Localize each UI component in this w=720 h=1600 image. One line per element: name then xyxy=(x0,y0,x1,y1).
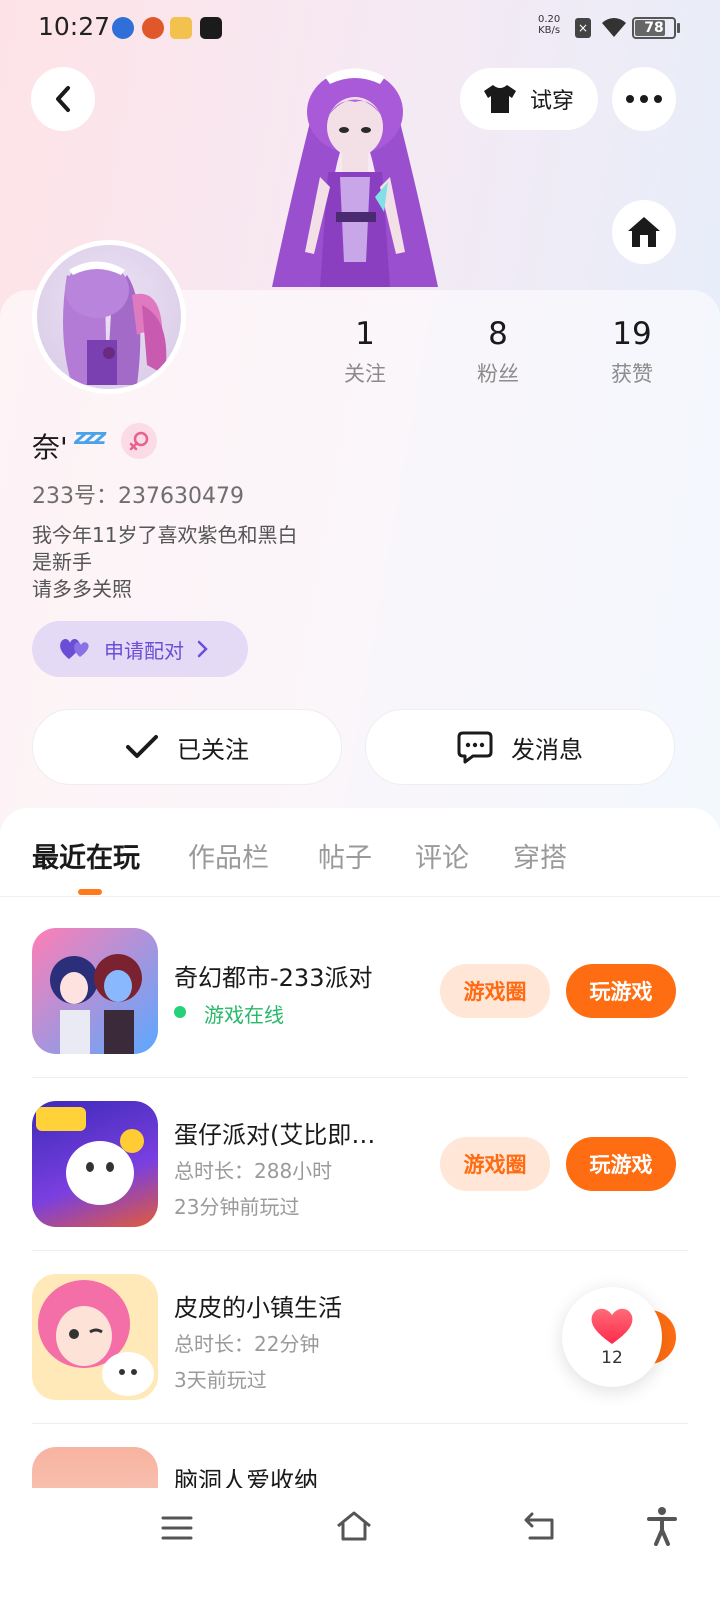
sleeping-zzz-emoji: zzz xyxy=(74,425,106,450)
back-button[interactable] xyxy=(31,67,95,131)
game-circle-button[interactable]: 游戏圈 xyxy=(440,1137,550,1191)
stat-label: 获赞 xyxy=(611,362,653,386)
divider xyxy=(32,1423,688,1424)
game-icon xyxy=(32,928,158,1054)
try-on-button[interactable]: 试穿 xyxy=(460,68,598,130)
bio-line: 请多多关照 xyxy=(32,577,132,601)
followed-label: 已关注 xyxy=(177,735,249,764)
game-total-playtime: 总时长：22分钟 xyxy=(174,1332,320,1356)
home-nav-icon[interactable] xyxy=(334,1510,374,1542)
tab-recently-played[interactable]: 最近在玩 xyxy=(32,836,140,875)
bio-line: 我今年11岁了喜欢紫色和黑白 xyxy=(32,523,298,547)
user-id: 233号：237630479 xyxy=(32,484,244,509)
battery-cap xyxy=(677,23,680,33)
list-item[interactable]: 奇幻都市-233派对 游戏在线 游戏圈 玩游戏 xyxy=(0,928,720,1101)
accessibility-icon[interactable] xyxy=(646,1506,678,1546)
nickname: 奈' xyxy=(32,431,68,464)
divider xyxy=(32,1250,688,1251)
divider xyxy=(0,896,720,897)
battery-icon: 78 xyxy=(632,17,676,39)
stat-value: 1 xyxy=(355,316,375,352)
stat-likes[interactable]: 19 获赞 xyxy=(577,316,687,388)
game-icon xyxy=(32,1274,158,1400)
chat-bubble-icon xyxy=(457,731,493,764)
wifi-icon xyxy=(602,18,626,37)
game-last-played: 23分钟前玩过 xyxy=(174,1195,300,1219)
stat-following[interactable]: 1 关注 xyxy=(310,316,420,388)
online-status-dot xyxy=(174,1006,186,1018)
stat-label: 粉丝 xyxy=(477,362,519,386)
game-title: 奇幻都市-233派对 xyxy=(174,964,373,992)
stat-value: 19 xyxy=(612,316,652,352)
female-gender-icon xyxy=(121,423,157,459)
game-circle-button[interactable]: 游戏圈 xyxy=(440,964,550,1018)
chevron-left-icon xyxy=(56,86,70,112)
more-dots-icon xyxy=(626,95,662,103)
heart-icon xyxy=(591,1308,633,1344)
tab-works[interactable]: 作品栏 xyxy=(188,836,269,875)
avatar[interactable] xyxy=(32,240,186,394)
game-online-status: 游戏在线 xyxy=(204,1003,284,1027)
avatar-character-illustration xyxy=(272,68,438,287)
active-tab-indicator xyxy=(78,889,102,895)
status-bar: 10:27 0.20 KB/s × 78 xyxy=(0,0,720,56)
network-speed: 0.20 KB/s xyxy=(538,14,561,36)
send-message-label: 发消息 xyxy=(511,735,583,764)
tab-posts[interactable]: 帖子 xyxy=(318,836,372,875)
menu-icon[interactable] xyxy=(160,1514,194,1542)
play-game-button[interactable]: 玩游戏 xyxy=(566,1137,676,1191)
game-title: 蛋仔派对(艾比即… xyxy=(174,1121,376,1149)
chevron-right-icon xyxy=(197,640,208,658)
like-button[interactable]: 12 xyxy=(562,1287,662,1387)
send-message-button[interactable]: 发消息 xyxy=(365,709,675,785)
tshirt-icon xyxy=(484,85,516,113)
tab-outfits[interactable]: 穿搭 xyxy=(513,836,567,875)
checkmark-icon xyxy=(126,735,158,758)
back-nav-icon[interactable] xyxy=(522,1510,558,1542)
game-icon xyxy=(32,1101,158,1227)
try-on-label: 试穿 xyxy=(530,89,575,114)
bio: 我今年11岁了喜欢紫色和黑白 是新手 请多多关照 xyxy=(32,522,297,603)
like-count: 12 xyxy=(601,1348,623,1368)
system-navigation-bar xyxy=(0,1488,720,1600)
bio-line: 是新手 xyxy=(32,550,92,574)
notification-app-icon xyxy=(170,17,192,39)
tab-comments[interactable]: 评论 xyxy=(415,836,469,875)
game-title: 皮皮的小镇生活 xyxy=(174,1294,342,1322)
avatar-image xyxy=(63,261,167,385)
request-pairing-label: 申请配对 xyxy=(104,638,184,663)
play-game-button[interactable]: 玩游戏 xyxy=(566,964,676,1018)
home-icon xyxy=(628,217,660,247)
no-sim-icon: × xyxy=(575,18,591,38)
notification-app-icon xyxy=(112,17,134,39)
home-button[interactable] xyxy=(612,200,676,264)
stat-fans[interactable]: 8 粉丝 xyxy=(443,316,553,388)
game-last-played: 3天前玩过 xyxy=(174,1368,267,1392)
stat-label: 关注 xyxy=(344,362,386,386)
game-total-playtime: 总时长：288小时 xyxy=(174,1159,333,1183)
more-options-button[interactable] xyxy=(612,67,676,131)
list-item[interactable]: 蛋仔派对(艾比即… 总时长：288小时 23分钟前玩过 游戏圈 玩游戏 xyxy=(0,1101,720,1274)
notification-app-icon xyxy=(200,17,222,39)
double-heart-icon xyxy=(60,639,89,659)
stat-value: 8 xyxy=(488,316,508,352)
status-time: 10:27 xyxy=(38,12,111,41)
followed-button[interactable]: 已关注 xyxy=(32,709,342,785)
request-pairing-button[interactable]: 申请配对 xyxy=(32,621,248,677)
notification-app-icon xyxy=(142,17,164,39)
divider xyxy=(32,1077,688,1078)
